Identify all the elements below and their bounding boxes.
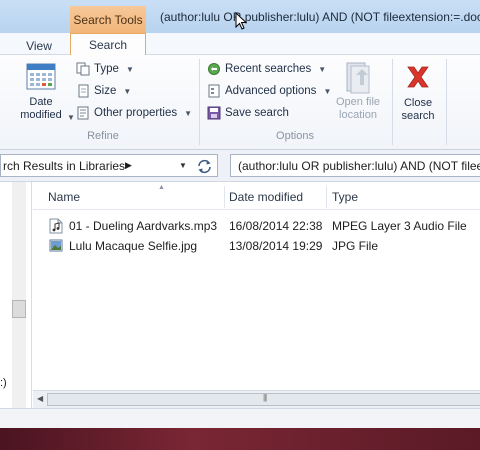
chevron-down-icon: ▼ [125,64,134,74]
group-divider [199,59,200,145]
file-name: 01 - Dueling Aardvarks.mp3 [69,219,218,233]
content-area: :) ▲ Name Date modified Type 01 - Duelin… [0,182,480,408]
ribbon: Date modified ▼ Type ▼ Size ▼ Other prop… [0,55,480,150]
explorer-window: Search Tools (author:lulu OR publisher:l… [0,0,480,430]
options-group-label: Options [276,130,314,142]
file-date: 13/08/2014 19:29 [229,239,323,253]
column-divider[interactable] [326,186,327,208]
breadcrumb-arrow-icon[interactable]: ▶ [125,160,132,171]
group-divider [392,59,393,145]
size-icon [78,84,89,98]
group-divider [446,59,447,145]
open-file-location-icon [346,62,370,94]
status-bar [0,408,480,430]
file-type: JPG File [332,239,379,253]
column-header-row: ▲ Name Date modified Type [33,182,480,210]
advanced-options-icon [208,84,220,98]
column-divider[interactable] [224,186,225,208]
address-bar-row: rch Results in Libraries ▶ ▼ (author:lul… [0,150,480,182]
search-input[interactable]: (author:lulu OR publisher:lulu) AND (NOT… [230,154,480,177]
file-row[interactable]: 01 - Dueling Aardvarks.mp3 16/08/2014 22… [33,216,480,236]
horizontal-scrollbar[interactable]: ◀ ||| [33,390,480,408]
audio-file-icon [49,218,63,234]
nav-item-fragment[interactable]: :) [0,377,7,389]
save-search-button[interactable]: Save search [207,106,289,120]
recent-searches-label: Recent searches [225,63,312,75]
other-properties-label: Other properties [94,107,178,119]
nav-scrollbar-thumb[interactable] [12,300,26,318]
file-name: Lulu Macaque Selfie.jpg [69,239,198,253]
recent-searches-button[interactable]: Recent searches ▼ [207,62,326,76]
chevron-down-icon: ▼ [184,108,193,118]
search-tools-context-tab[interactable]: Search Tools [70,6,146,33]
refine-group-label: Refine [87,130,119,142]
size-label: Size [94,85,117,97]
advanced-options-button[interactable]: Advanced options ▼ [207,84,331,98]
date-modified-button[interactable]: Date modified ▼ [12,61,75,122]
open-file-location-label: Open file location [335,96,381,121]
file-date: 16/08/2014 22:38 [229,219,323,233]
other-properties-button[interactable]: Other properties ▼ [76,106,192,120]
tab-search[interactable]: Search [70,33,146,56]
mouse-cursor-icon [235,12,247,30]
column-name[interactable]: Name [48,182,223,210]
advanced-options-label: Advanced options [225,85,317,97]
close-search-label: Close search [401,97,435,122]
chevron-down-icon: ▼ [67,113,75,122]
chevron-down-icon: ▼ [123,86,132,96]
navigation-pane: :) [0,182,32,408]
recent-searches-icon [208,63,220,75]
type-filter-button[interactable]: Type ▼ [76,62,134,76]
close-icon [407,66,429,88]
chevron-down-icon: ▼ [318,64,327,74]
open-file-location-button[interactable]: Open file location [330,61,386,122]
type-label: Type [94,63,119,75]
close-search-button[interactable]: Close search [396,63,440,123]
file-type: MPEG Layer 3 Audio File [332,219,467,233]
image-file-icon [49,239,63,252]
file-list: ▲ Name Date modified Type 01 - Dueling A… [33,182,480,390]
calendar-icon [26,63,56,90]
scroll-grip-icon: ||| [263,393,267,402]
address-dropdown-icon[interactable]: ▼ [179,161,187,170]
file-row[interactable]: Lulu Macaque Selfie.jpg 13/08/2014 19:29… [33,236,480,256]
title-bar: Search Tools (author:lulu OR publisher:l… [0,0,480,33]
size-filter-button[interactable]: Size ▼ [76,84,131,98]
save-search-label: Save search [225,107,289,119]
ribbon-tab-bar: View Search [0,33,480,56]
window-title: (author:lulu OR publisher:lulu) AND (NOT… [160,10,480,24]
type-icon [76,62,90,76]
date-modified-label: Date modified [20,96,62,121]
address-bar[interactable]: rch Results in Libraries ▶ ▼ [0,154,218,177]
scroll-left-icon[interactable]: ◀ [37,394,43,403]
properties-icon [77,106,89,120]
tab-view[interactable]: View [14,36,64,55]
breadcrumb[interactable]: rch Results in Libraries [3,159,125,173]
save-icon [207,106,221,120]
column-date-modified[interactable]: Date modified [229,182,329,210]
column-type[interactable]: Type [332,182,480,210]
refresh-icon[interactable] [196,158,213,175]
desktop-background [0,428,480,450]
nav-scrollbar[interactable] [12,182,26,408]
